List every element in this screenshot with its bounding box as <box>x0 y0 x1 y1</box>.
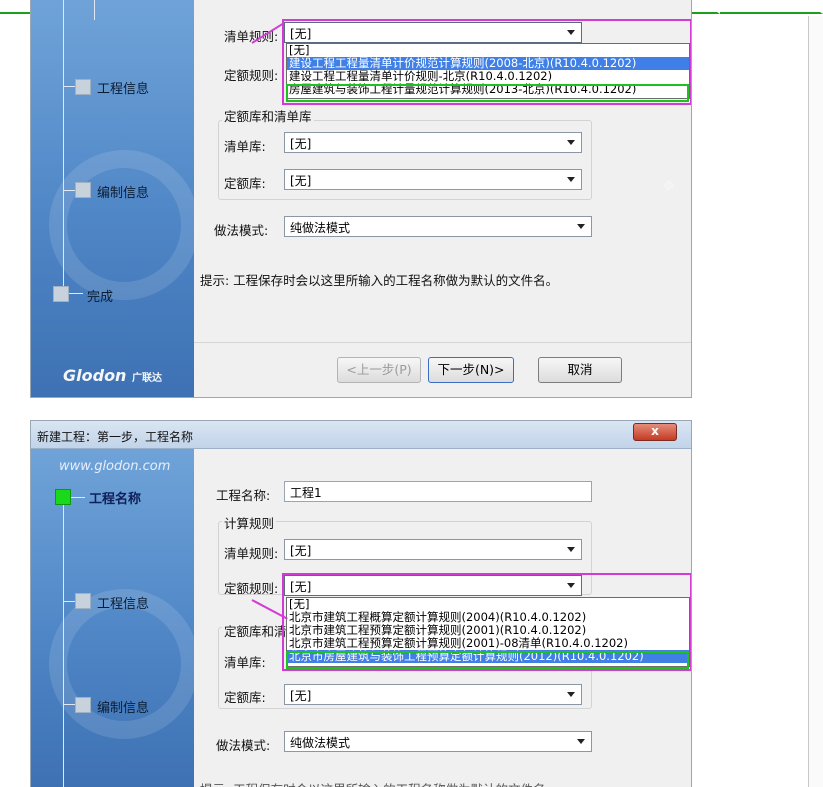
hint-text: 提示: 工程保存时会以这里所输入的工程名称做为默认的文件名。 <box>200 273 559 288</box>
step-connector <box>63 497 64 787</box>
step-label-project-name: 工程名称 <box>89 492 142 507</box>
list-rule-combo[interactable]: [无] <box>284 539 582 560</box>
chevron-down-icon <box>567 177 575 182</box>
step-connector <box>94 0 95 20</box>
wizard-dialog-rules: 工程信息 编制信息 完成 Glodon 广联达 清单规则: [无] 定额规则: … <box>30 0 692 398</box>
wizard-sidebar: 工程信息 编制信息 完成 Glodon 广联达 <box>31 0 199 397</box>
step-connector <box>63 704 75 705</box>
step-label-compile-info: 编制信息 <box>97 701 150 716</box>
chevron-down-icon <box>567 547 575 552</box>
step-node-compile-info <box>75 697 91 713</box>
dialog-title: 新建工程：第一步，工程名称 <box>37 430 194 444</box>
step-connector <box>63 86 75 87</box>
step-label-project-info: 工程信息 <box>97 597 150 612</box>
list-rule-value: [无] <box>290 544 312 558</box>
method-mode-label: 做法模式: <box>214 223 269 238</box>
quota-lib-value: [无] <box>290 174 312 188</box>
chevron-down-icon <box>567 140 575 145</box>
cancel-button[interactable]: 取消 <box>538 357 622 383</box>
quota-lib-label: 定额库: <box>224 176 266 191</box>
step-node-compile-info <box>75 182 91 198</box>
sidebar-decoration <box>49 150 199 300</box>
next-button[interactable]: 下一步(N)> <box>428 357 514 383</box>
step-label-finish: 完成 <box>87 290 114 305</box>
step-connector <box>63 190 75 191</box>
step-node-project-name <box>55 489 71 505</box>
quota-lib-value: [无] <box>290 689 312 703</box>
step-connector <box>71 497 85 498</box>
calc-rules-group-title: 计算规则 <box>222 513 277 532</box>
chevron-down-icon <box>567 692 575 697</box>
method-mode-combo[interactable]: 纯做法模式 <box>284 731 592 752</box>
watermark: ▨ <box>661 178 676 193</box>
dialog-titlebar[interactable]: 新建工程：第一步，工程名称 x <box>31 421 691 449</box>
method-mode-value: 纯做法模式 <box>290 221 351 235</box>
list-lib-combo[interactable]: [无] <box>284 132 582 153</box>
website-text: www.glodon.com <box>59 459 171 474</box>
highlight-magenta-box <box>282 19 691 105</box>
wizard-button-bar: <上一步(P) 下一步(N)> 取消 <box>194 342 691 397</box>
wizard-dialog-project-name: 新建工程：第一步，工程名称 x www.glodon.com 工程名称 工程信息… <box>30 420 692 787</box>
list-rule-label: 清单规则: <box>224 546 279 561</box>
highlight-magenta-box <box>282 573 691 671</box>
step-node-finish <box>53 286 69 302</box>
step-connector <box>63 601 75 602</box>
step-connector <box>69 293 83 294</box>
glodon-logo: Glodon 广联达 <box>63 366 162 385</box>
list-lib-label: 清单库: <box>224 655 266 670</box>
quota-lib-label: 定额库: <box>224 690 266 705</box>
project-name-input[interactable]: 工程1 <box>284 481 592 502</box>
quota-rule-label: 定额规则: <box>224 68 279 83</box>
wizard-content: 清单规则: [无] 定额规则: [无] 建设工程工程量清单计价规范计算规则(20… <box>194 0 691 397</box>
wizard-sidebar: www.glodon.com 工程名称 工程信息 编制信息 <box>31 449 199 787</box>
chevron-down-icon <box>577 739 585 744</box>
prev-button[interactable]: <上一步(P) <box>337 357 421 383</box>
quota-lib-combo[interactable]: [无] <box>284 684 582 705</box>
list-lib-value: [无] <box>290 137 312 151</box>
close-icon: x <box>651 424 659 438</box>
project-name-label: 工程名称: <box>216 488 271 503</box>
method-mode-label: 做法模式: <box>216 738 271 753</box>
tab-strip-segment <box>720 0 823 14</box>
quota-rule-label: 定额规则: <box>224 581 279 596</box>
list-lib-label: 清单库: <box>224 139 266 154</box>
libs-group-title: 定额库和清单库 <box>222 106 314 125</box>
step-label-compile-info: 编制信息 <box>97 186 150 201</box>
hint-text: 提示: 工程保存时会以这里所输入的工程名称做为默认的文件名。 <box>200 779 558 787</box>
chevron-down-icon <box>577 224 585 229</box>
page-scrollbar[interactable] <box>808 16 823 787</box>
method-mode-value: 纯做法模式 <box>290 736 351 750</box>
step-node-project-info <box>75 593 91 609</box>
wizard-content: 工程名称: 工程1 计算规则 清单规则: [无] 定额规则: [无] 定额库和清… <box>194 449 691 787</box>
brand-name-cn: 广联达 <box>132 373 163 384</box>
method-mode-combo[interactable]: 纯做法模式 <box>284 216 592 237</box>
step-node-project-info <box>75 79 91 95</box>
close-button[interactable]: x <box>633 423 677 441</box>
brand-name: Glodon <box>63 366 127 385</box>
quota-lib-combo[interactable]: [无] <box>284 169 582 190</box>
step-label-project-info: 工程信息 <box>97 82 150 97</box>
step-connector <box>63 0 64 290</box>
